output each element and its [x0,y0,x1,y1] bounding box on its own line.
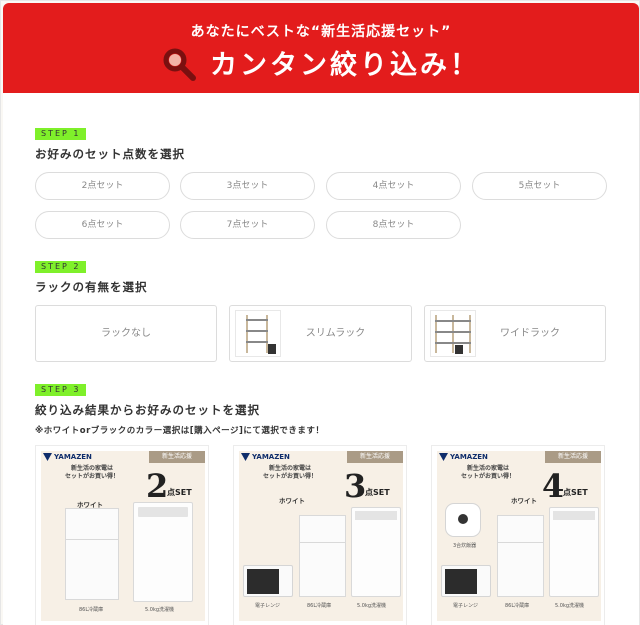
brand-logo: YAMAZEN [439,453,488,461]
set-card-3[interactable]: YAMAZEN 新生活応援 新生活の家電は セットがお買い得！ 3 点SET ホワ… [233,445,407,625]
washer-image [351,507,401,597]
step2-badge: STEP 2 [35,261,87,273]
rice-cooker-image [445,503,481,537]
set-number: 4 [542,467,565,505]
fridge-caption: 86L冷蔵庫 [505,603,530,609]
set-suffix: 点SET [167,488,192,497]
brand-logo: YAMAZEN [43,453,92,461]
rice-cooker-caption: 3合炊飯器 [453,543,477,549]
set-card-4[interactable]: YAMAZEN 新生活応援 新生活の家電は セットがお買い得！ 4 点SET ホワ… [431,445,605,625]
set-count-2-button[interactable]: 2点セット [35,172,170,200]
step1-badge: STEP 1 [35,128,87,140]
step3-title: 絞り込み結果からお好みのセットを選択 [35,403,260,417]
rack-wide-label: ワイドラック [500,328,560,339]
set-card-4-image: YAMAZEN 新生活応援 新生活の家電は セットがお買い得！ 4 点SET ホワ… [437,451,601,621]
color-label: ホワイト [279,497,305,505]
yamazen-logo-icon [241,453,250,461]
campaign-tag: 新生活応援 [347,451,403,463]
filter-content: STEP 1 お好みのセット点数を選択 2点セット 3点セット 4点セット 5点… [3,93,639,625]
washer-image [549,507,599,597]
set-count-7-button[interactable]: 7点セット [180,211,315,239]
fridge-caption: 86L冷蔵庫 [307,603,332,609]
catch-copy: 新生活の家電は セットがお買い得！ [263,465,318,480]
rack-slim-button[interactable]: スリムラック [229,305,412,362]
catch-copy: 新生活の家電は セットがお買い得！ [65,465,120,480]
set-number: 2 [146,467,169,505]
washer-caption: 5.0kg洗濯機 [555,603,585,609]
set-count-8-button[interactable]: 8点セット [326,211,461,239]
microwave-image [441,565,491,597]
washer-caption: 5.0kg洗濯機 [357,603,387,609]
page-frame: あなたにベストな“新生活応援セット” カンタン絞り込み！ STEP 1 お好みの… [0,0,640,625]
washer-caption: 5.0kg洗濯機 [145,607,175,613]
rack-wide-button[interactable]: ワイドラック [424,305,606,362]
header-title: カンタン絞り込み！ [210,50,480,81]
yamazen-logo-icon [439,453,448,461]
fridge-image [299,515,346,597]
set-card-2-image: YAMAZEN 新生活応援 新生活の家電は セットがお買い得！ 2 点SET ホワ… [41,451,205,621]
brand-logo: YAMAZEN [241,453,290,461]
header-title-row: カンタン絞り込み！ [3,43,639,84]
set-count-3-button[interactable]: 3点セット [180,172,315,200]
set-number: 3 [344,467,367,505]
set-card-3-image: YAMAZEN 新生活応援 新生活の家電は セットがお買い得！ 3 点SET ホワ… [239,451,403,621]
color-label: ホワイト [511,497,537,505]
washer-image [133,502,193,602]
set-card-2[interactable]: YAMAZEN 新生活応援 新生活の家電は セットがお買い得！ 2 点SET ホワ… [35,445,209,625]
rack-none-label: ラックなし [101,328,151,339]
set-suffix: 点SET [365,488,390,497]
fridge-image [65,508,119,600]
microwave-caption: 電子レンジ [255,603,281,609]
fridge-image [497,515,544,597]
fridge-caption: 86L冷蔵庫 [79,607,104,613]
campaign-tag: 新生活応援 [149,451,205,463]
campaign-tag: 新生活応援 [545,451,601,463]
filter-header: あなたにベストな“新生活応援セット” カンタン絞り込み！ [3,3,639,93]
catch-copy: 新生活の家電は セットがお買い得！ [461,465,516,480]
step2-title: ラックの有無を選択 [35,280,148,294]
header-subtitle: あなたにベストな“新生活応援セット” [190,24,452,40]
color-note: ※ホワイトorブラックのカラー選択は[購入ページ]にて選択できます！ [35,426,325,436]
microwave-image [243,565,293,597]
set-count-5-button[interactable]: 5点セット [472,172,607,200]
microwave-caption: 電子レンジ [453,603,479,609]
rack-none-button[interactable]: ラックなし [35,305,217,362]
set-count-6-button[interactable]: 6点セット [35,211,170,239]
rack-slim-label: スリムラック [305,328,366,339]
step3-badge: STEP 3 [35,384,87,396]
step1-title: お好みのセット点数を選択 [35,147,185,161]
set-count-4-button[interactable]: 4点セット [326,172,461,200]
magnifier-icon [162,47,196,81]
yamazen-logo-icon [43,453,52,461]
set-suffix: 点SET [563,488,588,497]
